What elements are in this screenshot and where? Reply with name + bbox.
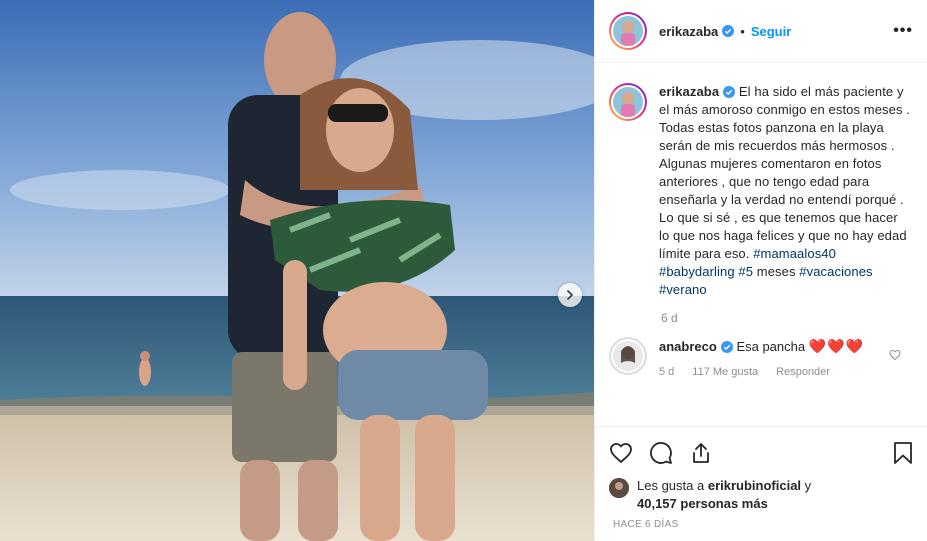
likes-text: Les gusta a erikrubinoficial y 40,157 pe…: [637, 477, 811, 513]
reply-button[interactable]: Responder: [776, 366, 830, 378]
caption-body: El ha sido el más paciente y el más amor…: [659, 84, 911, 261]
post-photo: [0, 0, 594, 541]
caption-age: 6 d: [661, 311, 678, 325]
comment-meta: 5 d 117 Me gusta Responder: [659, 366, 864, 378]
post-sidebar: erikazaba • Seguir ••• erikazaba El ha s…: [594, 0, 927, 541]
caption: erikazaba El ha sido el más paciente y e…: [609, 83, 911, 299]
more-options-button[interactable]: •••: [893, 22, 913, 40]
caption-username[interactable]: erikazaba: [659, 84, 719, 99]
separator-dot: •: [740, 23, 745, 39]
beach-photo: [0, 0, 594, 541]
action-icons: [609, 439, 914, 467]
commenter-avatar[interactable]: [609, 337, 647, 375]
commenter-username[interactable]: anabreco: [659, 339, 717, 354]
comment-icon: [650, 442, 672, 464]
save-button[interactable]: [892, 441, 914, 465]
chevron-right-icon: [567, 290, 573, 300]
comment-body: anabreco Esa pancha ❤️❤️❤️: [659, 337, 864, 356]
liker-avatar[interactable]: [609, 478, 629, 498]
avatar-image: [613, 16, 643, 46]
likes-prefix: Les gusta a: [637, 478, 705, 493]
avatar-image: [613, 87, 643, 117]
author-username[interactable]: erikazaba: [659, 24, 718, 39]
comment-likes[interactable]: 117 Me gusta: [692, 366, 758, 378]
verified-icon: [722, 25, 735, 37]
avatar-image: [613, 341, 643, 371]
heart-icon: [610, 443, 632, 464]
comments-section: erikazaba El ha sido el más paciente y e…: [595, 63, 927, 425]
author-avatar[interactable]: [609, 12, 647, 50]
caption-text: erikazaba El ha sido el más paciente y e…: [659, 83, 911, 299]
comment-age: 5 d: [659, 366, 675, 378]
hashtag-babydarling[interactable]: #babydarling: [659, 264, 735, 279]
verified-icon: [720, 341, 733, 353]
post-header: erikazaba • Seguir •••: [595, 0, 927, 63]
comment-item: anabreco Esa pancha ❤️❤️❤️ 5 d 117 Me gu…: [609, 337, 911, 378]
heart-icon[interactable]: [889, 349, 901, 361]
likes-summary: Les gusta a erikrubinoficial y 40,157 pe…: [609, 477, 914, 513]
comment-button[interactable]: [649, 441, 673, 465]
avatar-image: [609, 478, 629, 498]
liker-username[interactable]: erikrubinoficial: [708, 478, 801, 493]
bookmark-icon: [894, 442, 912, 464]
hashtag-mamaalos40[interactable]: #mamaalos40: [753, 246, 836, 261]
post-actions: Les gusta a erikrubinoficial y 40,157 pe…: [595, 426, 927, 530]
likes-count[interactable]: 40,157: [637, 496, 677, 511]
share-icon: [693, 443, 709, 463]
follow-button[interactable]: Seguir: [751, 24, 791, 39]
comment-hearts: ❤️❤️❤️: [808, 338, 865, 354]
caption-avatar[interactable]: [609, 83, 647, 121]
post-date: HACE 6 DÍAS: [613, 519, 679, 530]
hashtag-vacaciones[interactable]: #vacaciones: [799, 264, 872, 279]
likes-suffix[interactable]: personas más: [680, 496, 767, 511]
share-button[interactable]: [689, 441, 713, 465]
comment-text: Esa pancha: [736, 339, 806, 354]
like-button[interactable]: [609, 441, 633, 465]
likes-conj: y: [804, 478, 812, 493]
next-photo-button[interactable]: [558, 283, 582, 307]
hashtag-5[interactable]: #5: [738, 264, 753, 279]
verified-icon: [723, 86, 736, 98]
caption-word: meses: [756, 264, 796, 279]
hashtag-verano[interactable]: #verano: [659, 282, 707, 297]
